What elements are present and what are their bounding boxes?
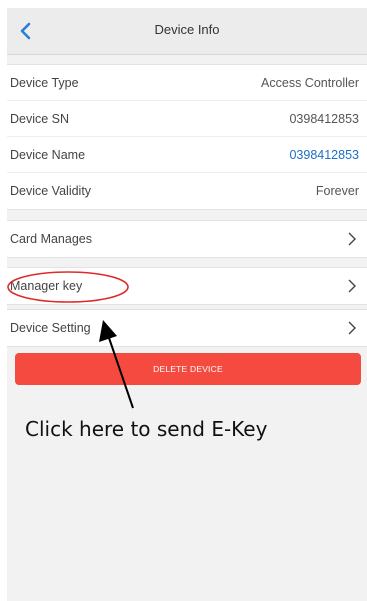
device-sn-value: 0398412853 bbox=[289, 111, 359, 126]
chevron-right-icon bbox=[348, 279, 356, 293]
nav-bar: Device Info bbox=[7, 8, 367, 55]
device-setting-group: Device Setting bbox=[7, 309, 367, 347]
device-sn-label: Device SN bbox=[10, 111, 70, 126]
chevron-right-icon bbox=[348, 321, 356, 335]
page-title: Device Info bbox=[154, 22, 220, 37]
delete-device-button[interactable]: DELETE DEVICE bbox=[15, 353, 361, 385]
device-type-label: Device Type bbox=[10, 75, 79, 90]
manager-key-group: Manager key bbox=[7, 267, 367, 305]
device-type-row: Device Type Access Controller bbox=[7, 65, 367, 101]
device-validity-value: Forever bbox=[315, 184, 359, 198]
device-sn-row: Device SN 0398412853 bbox=[7, 101, 367, 137]
device-name-row[interactable]: Device Name 0398412853 bbox=[7, 137, 367, 173]
device-type-value: Access Controller bbox=[261, 75, 359, 90]
chevron-right-icon bbox=[348, 232, 356, 246]
card-manages-label: Card Manages bbox=[10, 232, 92, 246]
device-setting-row[interactable]: Device Setting bbox=[7, 310, 367, 346]
manager-key-label: Manager key bbox=[10, 279, 83, 293]
device-name-value[interactable]: 0398412853 bbox=[289, 148, 359, 162]
device-name-label: Device Name bbox=[10, 147, 86, 162]
card-manages-group: Card Manages bbox=[7, 220, 367, 258]
device-setting-label: Device Setting bbox=[10, 321, 91, 335]
device-info-list: Device Type Access Controller Device SN … bbox=[7, 64, 367, 210]
manager-key-row[interactable]: Manager key bbox=[7, 268, 367, 304]
card-manages-row[interactable]: Card Manages bbox=[7, 221, 367, 257]
device-validity-label: Device Validity bbox=[10, 184, 92, 198]
annotation-text: Click here to send E-Key bbox=[25, 417, 268, 441]
device-validity-row: Device Validity Forever bbox=[7, 173, 367, 209]
device-info-screen: Device Info Device Type Access Controlle… bbox=[7, 8, 367, 601]
